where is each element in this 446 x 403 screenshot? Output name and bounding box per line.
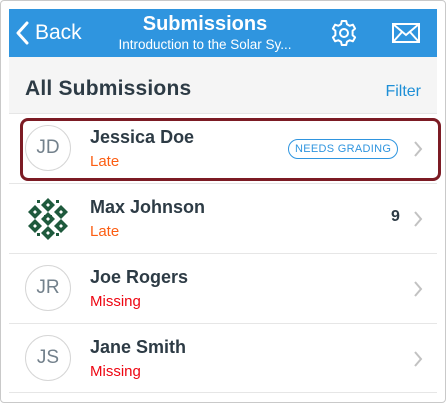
mail-icon [392, 23, 420, 43]
course-subtitle: Introduction to the Solar Sy... [118, 37, 292, 52]
section-header: All Submissions Filter [9, 57, 437, 113]
app-frame: Back Submissions Introduction to the Sol… [0, 0, 446, 403]
needs-grading-badge: NEEDS GRADING [288, 139, 399, 159]
section-title: All Submissions [25, 77, 192, 100]
submission-row[interactable]: Max Johnson Late 9 [9, 183, 437, 253]
student-name: Max Johnson [90, 197, 206, 217]
submission-status: Late [90, 223, 120, 240]
gear-icon [331, 20, 357, 46]
navigation-bar: Back Submissions Introduction to the Sol… [9, 9, 437, 57]
submission-list: JD Jessica Doe Late NEEDS GRADING Max Jo… [9, 113, 437, 393]
grade-value: 9 [391, 208, 400, 225]
chevron-left-icon [16, 21, 29, 45]
student-name: Jane Smith [90, 337, 187, 357]
back-label: Back [35, 21, 82, 44]
submission-row[interactable]: JD Jessica Doe Late NEEDS GRADING [9, 113, 437, 183]
avatar: JD [25, 125, 71, 171]
page-title: Submissions [142, 13, 268, 35]
settings-button[interactable] [327, 16, 361, 50]
avatar: JR [25, 265, 71, 311]
avatar [25, 195, 71, 241]
chevron-right-icon [413, 281, 423, 297]
chevron-right-icon [413, 211, 423, 227]
chevron-right-icon [413, 141, 423, 157]
student-name: Jessica Doe [90, 127, 195, 147]
chevron-right-icon [413, 351, 423, 367]
submission-status: Missing [90, 363, 141, 380]
submission-row[interactable]: JR Joe Rogers Missing [9, 253, 437, 323]
avatar: JS [25, 335, 71, 381]
submission-row[interactable]: JS Jane Smith Missing [9, 323, 437, 393]
submission-status: Missing [90, 293, 141, 310]
filter-button[interactable]: Filter [385, 83, 421, 101]
message-button[interactable] [389, 16, 423, 50]
nav-title-group: Submissions Introduction to the Solar Sy… [99, 12, 311, 53]
back-button[interactable]: Back [15, 17, 82, 49]
submission-status: Late [90, 153, 120, 170]
student-name: Joe Rogers [90, 267, 189, 287]
